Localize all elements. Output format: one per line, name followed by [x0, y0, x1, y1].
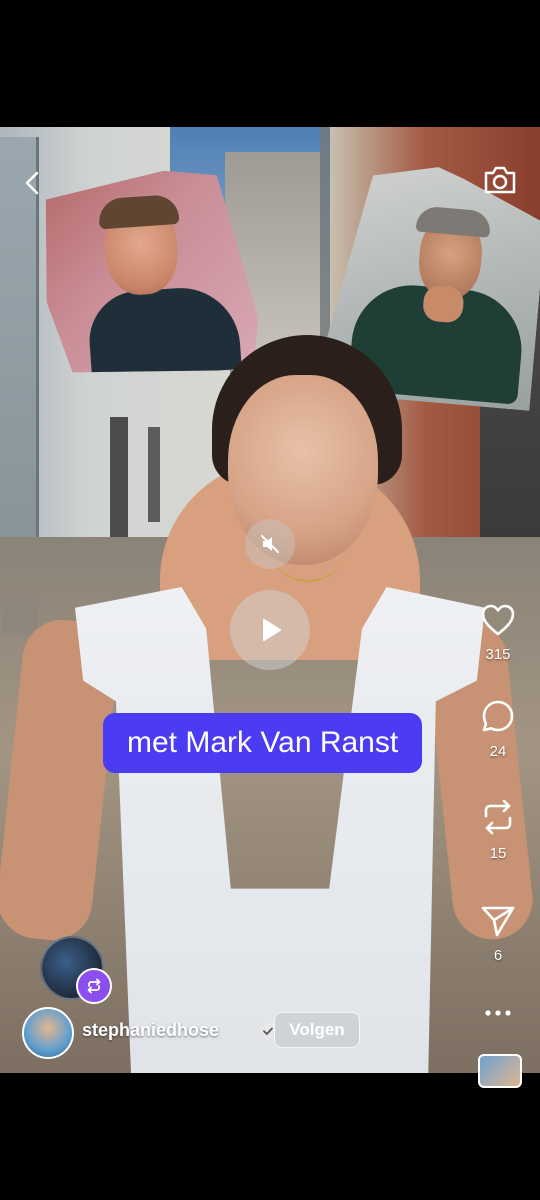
- share-button[interactable]: 6: [474, 903, 522, 964]
- share-count: 6: [493, 947, 503, 964]
- author-avatar[interactable]: [22, 1007, 74, 1059]
- muted-speaker-icon: [261, 535, 279, 553]
- cutout-right-hands: [422, 284, 465, 323]
- cutout-left-shirt: [86, 284, 242, 379]
- video-scene-plant-pot: [2, 597, 38, 635]
- repost-icon: [484, 799, 512, 835]
- mute-button[interactable]: [245, 519, 295, 569]
- back-arrow-icon[interactable]: [20, 168, 46, 198]
- cutout-left-hair: [98, 194, 180, 230]
- play-button[interactable]: [230, 590, 310, 670]
- comment-count: 24: [489, 743, 507, 760]
- more-options-button[interactable]: [474, 1003, 522, 1023]
- heart-icon: [481, 604, 515, 636]
- reel-screen: met Mark Van Ranst 315 24 15 6 stephanie…: [0, 0, 540, 1200]
- play-icon: [263, 619, 281, 641]
- repost-button[interactable]: 15: [474, 797, 522, 862]
- camera-icon[interactable]: [482, 163, 518, 197]
- like-count: 315: [485, 646, 511, 663]
- remix-icon: [87, 978, 101, 994]
- video-caption: met Mark Van Ranst: [103, 713, 423, 773]
- repost-count: 15: [489, 845, 507, 862]
- follow-button[interactable]: Volgen: [274, 1012, 360, 1048]
- more-dots-icon: [485, 1010, 511, 1016]
- author-row: stephaniedhose Volgen: [22, 1007, 402, 1059]
- video-scene-door-side: [148, 427, 160, 522]
- comment-bubble-icon: [482, 700, 514, 732]
- comment-button[interactable]: 24: [474, 699, 522, 760]
- remix-badge[interactable]: [76, 968, 112, 1004]
- audio-thumbnail[interactable]: [478, 1054, 522, 1088]
- paper-plane-icon: [481, 906, 515, 937]
- author-username[interactable]: stephaniedhose: [82, 1020, 219, 1041]
- like-button[interactable]: 315: [474, 602, 522, 663]
